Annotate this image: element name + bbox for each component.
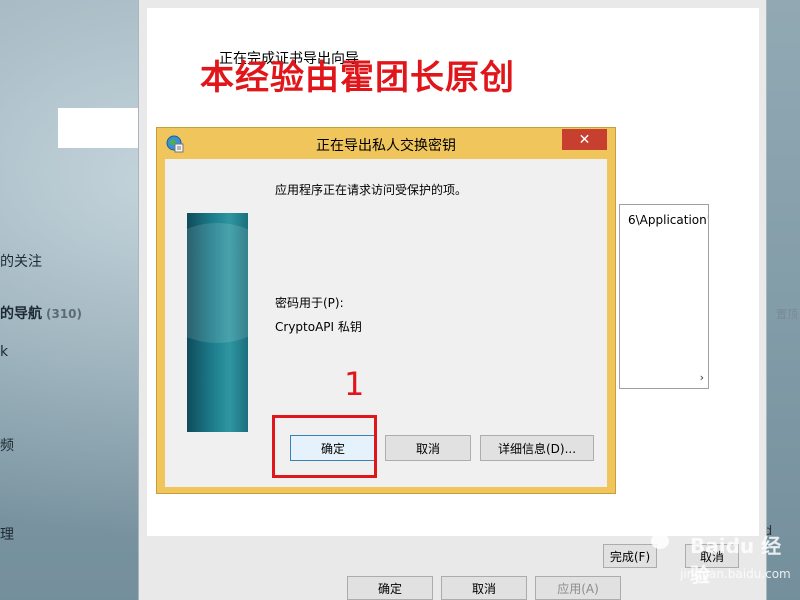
details-button[interactable]: 详细信息(D)...	[480, 435, 594, 461]
background-right-label-top: 置顶	[776, 308, 798, 321]
password-for-value: CryptoAPI 私钥	[275, 320, 362, 334]
author-watermark: 本经验由霍团长原创	[200, 58, 515, 98]
wizard-settings-listbox[interactable]: 6\Application' ›	[619, 204, 709, 389]
background-item-manage[interactable]: 理	[0, 524, 14, 544]
background-item-navigation-count: (310)	[46, 307, 83, 321]
background-item-navigation-label: 的导航	[0, 306, 42, 322]
properties-apply-button[interactable]: 应用(A)	[535, 576, 621, 600]
password-for-label: 密码用于(P):	[275, 296, 344, 310]
background-white-panel	[58, 108, 138, 148]
dialog-body: 应用程序正在请求访问受保护的项。 密码用于(P): CryptoAPI 私钥 确…	[165, 159, 607, 487]
properties-ok-button[interactable]: 确定	[347, 576, 433, 600]
close-icon[interactable]: ✕	[562, 129, 607, 150]
step-number-annotation: 1	[344, 365, 365, 403]
scroll-right-icon[interactable]: ›	[700, 371, 704, 384]
ok-button-highlight-box	[272, 415, 377, 478]
wizard-listbox-text: 6\Application'	[628, 213, 708, 227]
dialog-titlebar[interactable]: 正在导出私人交换密钥 ✕	[157, 128, 615, 158]
dialog-message: 应用程序正在请求访问受保护的项。	[275, 183, 468, 197]
properties-cancel-button[interactable]: 取消	[441, 576, 527, 600]
dialog-title: 正在导出私人交换密钥	[316, 138, 456, 154]
dialog-side-banner-image	[187, 213, 248, 432]
background-item-k[interactable]: k	[0, 344, 8, 360]
background-item-navigation[interactable]: 的导航 (310)	[0, 303, 82, 323]
export-private-key-dialog: 正在导出私人交换密钥 ✕ 应用程序正在请求访问受保护的项。 密码用于(P): C…	[156, 127, 616, 494]
background-item-video[interactable]: 频	[0, 435, 14, 455]
paw-logo-icon	[646, 521, 675, 549]
cancel-button[interactable]: 取消	[385, 435, 471, 461]
logo-watermark-url: jingyan.baidu.com	[680, 567, 791, 581]
background-item-following[interactable]: 的关注	[0, 251, 42, 271]
